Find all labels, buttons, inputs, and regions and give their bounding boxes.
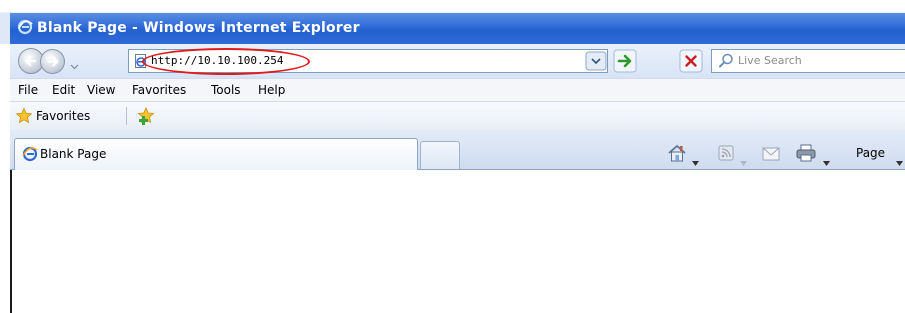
home-icon[interactable] (666, 143, 688, 163)
window-edge (0, 44, 10, 313)
page-content-area[interactable] (12, 170, 905, 313)
chevron-down-icon (70, 64, 79, 70)
star-icon[interactable] (15, 107, 33, 125)
menu-edit[interactable]: Edit (52, 80, 75, 100)
toolbar-divider (126, 107, 127, 125)
recent-pages-dropdown[interactable] (70, 56, 79, 70)
ie-icon (22, 146, 38, 162)
menu-help[interactable]: Help (258, 80, 285, 100)
forward-button[interactable] (40, 49, 65, 74)
window-title: Blank Page - Windows Internet Explorer (37, 20, 360, 36)
new-tab-button[interactable] (420, 141, 460, 169)
menu-view[interactable]: View (87, 80, 115, 100)
add-favorite-icon[interactable] (136, 106, 156, 126)
ie-icon (17, 19, 33, 35)
tab-label[interactable]: Blank Page (40, 143, 106, 165)
stop-button[interactable] (679, 49, 703, 73)
address-dropdown-button[interactable] (585, 51, 607, 71)
feeds-icon[interactable] (718, 145, 734, 161)
stop-x-icon (679, 49, 703, 73)
page-menu-button[interactable]: Page (856, 142, 885, 164)
menu-file[interactable]: File (18, 80, 38, 100)
print-icon[interactable] (795, 144, 817, 162)
favorites-button[interactable]: Favorites (36, 105, 90, 127)
chevron-down-icon[interactable] (692, 151, 699, 166)
menu-favorites[interactable]: Favorites (132, 80, 186, 100)
forward-arrow-icon (47, 56, 59, 67)
chevron-down-icon (585, 51, 607, 71)
chevron-down-icon[interactable] (823, 151, 830, 166)
go-arrow-icon (613, 49, 637, 73)
menu-tools[interactable]: Tools (211, 80, 241, 100)
mail-icon[interactable] (762, 146, 780, 161)
go-button[interactable] (613, 49, 637, 73)
chevron-down-icon[interactable] (740, 151, 747, 166)
search-icon (717, 52, 735, 70)
url-highlight-circle (142, 48, 310, 75)
chevron-down-icon[interactable] (896, 151, 903, 166)
search-placeholder[interactable]: Live Search (738, 50, 802, 72)
